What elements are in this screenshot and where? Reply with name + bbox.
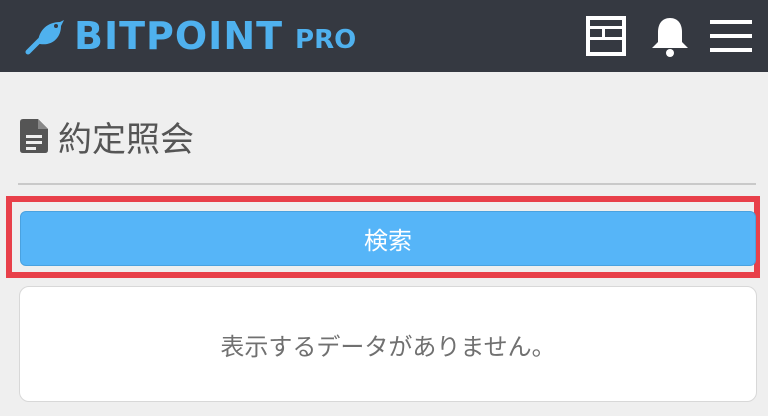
brand-name: BITPOINT <box>74 14 284 58</box>
page-header: 約定照会 <box>20 112 194 160</box>
results-panel: 表示するデータがありません。 <box>19 286 757 402</box>
bell-icon[interactable] <box>646 12 694 60</box>
brand-suffix: PRO <box>295 25 357 55</box>
top-header: BITPOINT PRO <box>0 0 768 72</box>
page-title: 約定照会 <box>58 119 194 160</box>
hamburger-menu-icon[interactable] <box>706 12 754 60</box>
empty-results-message: 表示するデータがありません。 <box>220 332 556 361</box>
brand-logo[interactable]: BITPOINT PRO <box>24 10 356 62</box>
bird-logo-icon <box>25 20 64 55</box>
title-divider <box>18 183 756 185</box>
search-button[interactable]: 検索 <box>20 211 756 266</box>
document-icon <box>20 119 48 153</box>
layout-board-icon[interactable] <box>582 12 630 60</box>
